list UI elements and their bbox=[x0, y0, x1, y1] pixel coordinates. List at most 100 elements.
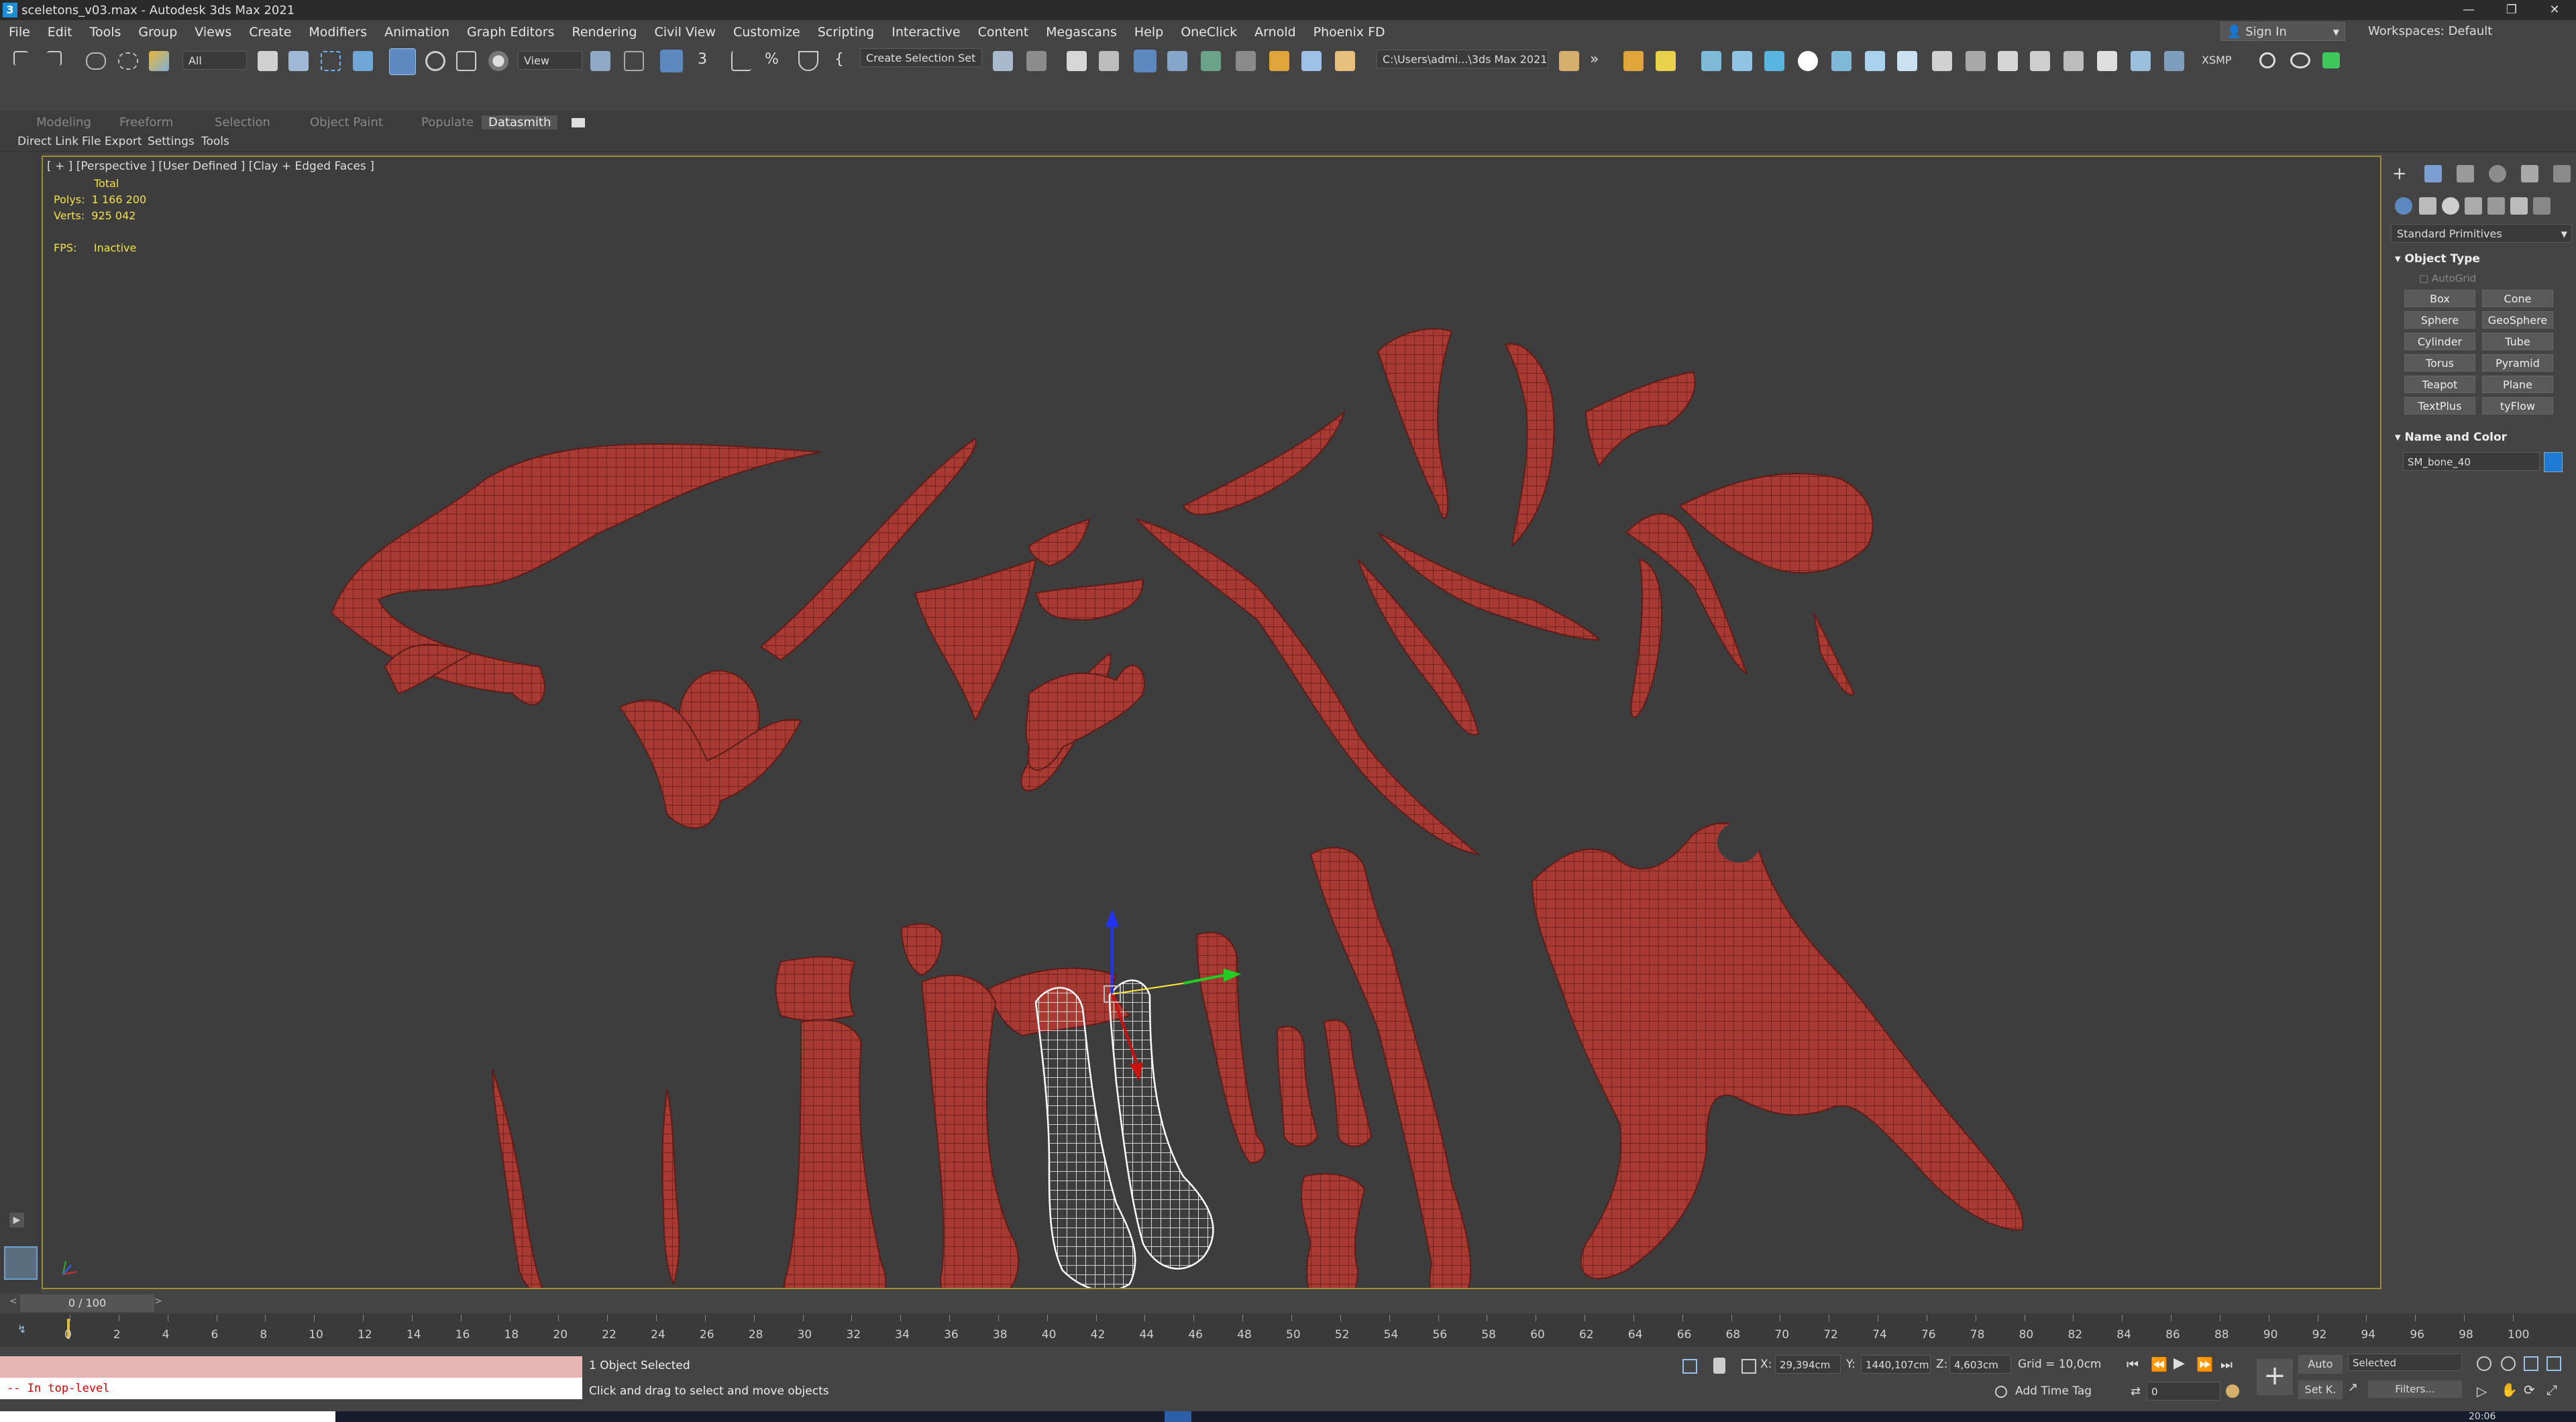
menu-arnold[interactable]: Arnold bbox=[1246, 25, 1304, 40]
unlink-icon[interactable] bbox=[118, 52, 138, 70]
create-tab-icon[interactable]: + bbox=[2392, 165, 2410, 182]
display-tab-icon[interactable] bbox=[2521, 165, 2538, 182]
zoom-extents-icon[interactable] bbox=[2524, 1356, 2538, 1371]
selection-lock-icon[interactable] bbox=[1713, 1358, 1725, 1374]
datasmith-direct-link[interactable]: Direct Link bbox=[17, 135, 78, 148]
select-and-scale-icon[interactable] bbox=[456, 51, 476, 71]
helpers-category-icon[interactable] bbox=[2487, 197, 2505, 215]
phoenix-export-icon[interactable] bbox=[2097, 51, 2117, 71]
phoenix-settings-icon[interactable] bbox=[2164, 51, 2184, 71]
ribbon-options-icon[interactable] bbox=[572, 118, 585, 127]
taskbar-search-box[interactable] bbox=[0, 1411, 335, 1422]
cameras-category-icon[interactable] bbox=[2465, 197, 2482, 215]
next-frame-icon[interactable]: ⏩ bbox=[2196, 1356, 2213, 1372]
tyflow-button[interactable]: tyFlow bbox=[2482, 397, 2553, 415]
tab-populate[interactable]: Populate bbox=[421, 115, 474, 129]
layer-explorer-icon[interactable] bbox=[1099, 51, 1119, 71]
menu-phoenix-fd[interactable]: Phoenix FD bbox=[1305, 25, 1394, 40]
zoom-all-icon[interactable] bbox=[2501, 1356, 2516, 1371]
phoenix-texture-icon[interactable] bbox=[1897, 51, 1917, 71]
key-mode-icon[interactable]: ↗ bbox=[2348, 1380, 2365, 1397]
auto-key-button[interactable]: Auto bbox=[2298, 1355, 2343, 1374]
menu-edit[interactable]: Edit bbox=[39, 25, 81, 40]
select-object-icon[interactable] bbox=[258, 51, 278, 71]
coord-z-field[interactable]: 4,603cm bbox=[1949, 1355, 2011, 1374]
field-of-view-icon[interactable]: ▷ bbox=[2477, 1383, 2487, 1399]
time-config-arrows[interactable]: ⇄ bbox=[2131, 1384, 2141, 1399]
phoenix-preview-icon[interactable] bbox=[1966, 51, 1986, 71]
phoenix-emitter-icon[interactable] bbox=[1831, 51, 1851, 71]
perspective-viewport[interactable] bbox=[42, 156, 2381, 1289]
expand-layouts-icon[interactable]: ▶ bbox=[9, 1213, 24, 1227]
phoenix-stop-icon[interactable] bbox=[2030, 51, 2050, 71]
close-button[interactable]: ✕ bbox=[2533, 0, 2576, 20]
zoom-icon[interactable] bbox=[2477, 1356, 2491, 1371]
edit-named-selection-icon[interactable]: { bbox=[835, 51, 855, 71]
menu-animation[interactable]: Animation bbox=[376, 25, 458, 40]
toggle-ribbon-icon[interactable] bbox=[1134, 50, 1157, 72]
tab-object-paint[interactable]: Object Paint bbox=[310, 115, 383, 129]
cylinder-button[interactable]: Cylinder bbox=[2404, 333, 2475, 350]
select-manipulate-icon[interactable] bbox=[624, 51, 644, 71]
tube-button[interactable]: Tube bbox=[2482, 333, 2553, 350]
menu-civil-view[interactable]: Civil View bbox=[646, 25, 724, 40]
geosphere-button[interactable]: GeoSphere bbox=[2482, 311, 2553, 329]
window-crossing-icon[interactable] bbox=[353, 51, 373, 71]
autogrid-checkbox[interactable]: □ AutoGrid bbox=[2419, 272, 2476, 284]
arnold-render-icon[interactable] bbox=[1623, 51, 1644, 71]
material-editor-icon[interactable] bbox=[1236, 51, 1256, 71]
align-icon[interactable] bbox=[1026, 51, 1046, 71]
render-setup-icon[interactable] bbox=[1269, 51, 1289, 71]
snaps-toggle-icon[interactable]: 3 bbox=[698, 51, 718, 71]
torus-button[interactable]: Torus bbox=[2404, 354, 2475, 372]
geometry-category-icon[interactable] bbox=[2395, 197, 2412, 215]
plane-button[interactable]: Plane bbox=[2482, 376, 2553, 393]
tab-datasmith[interactable]: Datasmith bbox=[482, 115, 558, 129]
named-selection-sets-dropdown[interactable]: Create Selection Set bbox=[860, 48, 982, 67]
set-key-button[interactable]: Set K. bbox=[2298, 1380, 2343, 1399]
minimize-button[interactable]: — bbox=[2447, 0, 2490, 20]
select-and-move-icon[interactable] bbox=[389, 48, 416, 75]
schematic-view-icon[interactable] bbox=[1201, 51, 1221, 71]
menu-interactive[interactable]: Interactive bbox=[883, 25, 969, 40]
select-by-name-icon[interactable] bbox=[288, 51, 309, 71]
sphere-button[interactable]: Sphere bbox=[2404, 311, 2475, 329]
rect-selection-icon[interactable] bbox=[321, 51, 341, 71]
track-bar[interactable]: ↯ 0 2 4 6 8 10 12 14 16 18 20 22 24 26 28 30 32 34 36 38 40 4… bbox=[0, 1313, 2576, 1347]
orbit-icon[interactable]: ⟳ bbox=[2524, 1382, 2535, 1398]
redo-icon[interactable] bbox=[47, 51, 62, 66]
pivot-center-icon[interactable] bbox=[590, 51, 610, 71]
set-key-big-icon[interactable]: + bbox=[2257, 1359, 2293, 1395]
object-name-field[interactable]: SM_bone_40 bbox=[2403, 452, 2540, 471]
arnold-ipr-icon[interactable] bbox=[1656, 51, 1676, 71]
motion-tab-icon[interactable] bbox=[2489, 165, 2506, 182]
phoenix-render-icon[interactable] bbox=[1932, 51, 1952, 71]
next-frame-arrow[interactable]: > bbox=[154, 1296, 162, 1307]
menu-modifiers[interactable]: Modifiers bbox=[300, 25, 376, 40]
spacewarps-category-icon[interactable] bbox=[2510, 197, 2528, 215]
phoenix-liquid-icon[interactable] bbox=[1764, 51, 1784, 71]
time-slider-thumb[interactable]: 0 / 100 bbox=[20, 1295, 154, 1312]
menu-megascans[interactable]: Megascans bbox=[1037, 25, 1126, 40]
datasmith-file-export[interactable]: File Export bbox=[82, 135, 142, 148]
shapes-category-icon[interactable] bbox=[2419, 197, 2436, 215]
render-production-icon[interactable] bbox=[1335, 51, 1355, 71]
keyboard-shortcut-override-icon[interactable] bbox=[660, 50, 683, 72]
coord-y-field[interactable]: 1440,107cm bbox=[1861, 1355, 1931, 1374]
absolute-mode-icon[interactable] bbox=[1741, 1359, 1756, 1374]
phoenix-source-icon[interactable] bbox=[1798, 51, 1818, 71]
menu-views[interactable]: Views bbox=[186, 25, 240, 40]
rendered-frame-window-icon[interactable] bbox=[1301, 51, 1322, 71]
key-filters-button[interactable]: Filters... bbox=[2368, 1380, 2462, 1398]
current-frame-field[interactable]: 0 bbox=[2147, 1382, 2220, 1401]
systems-category-icon[interactable] bbox=[2533, 197, 2551, 215]
object-type-rollout[interactable]: ▾ Object Type bbox=[2395, 252, 2480, 266]
utilities-tab-icon[interactable] bbox=[2553, 165, 2571, 182]
curve-editor-icon[interactable] bbox=[1167, 51, 1187, 71]
datasmith-tools[interactable]: Tools bbox=[201, 135, 229, 148]
mirror-icon[interactable] bbox=[993, 51, 1013, 71]
phoenix-cache-icon[interactable] bbox=[2131, 51, 2151, 71]
menu-scripting[interactable]: Scripting bbox=[809, 25, 883, 40]
phoenix-particle-icon[interactable] bbox=[1865, 51, 1885, 71]
pyramid-button[interactable]: Pyramid bbox=[2482, 354, 2553, 372]
